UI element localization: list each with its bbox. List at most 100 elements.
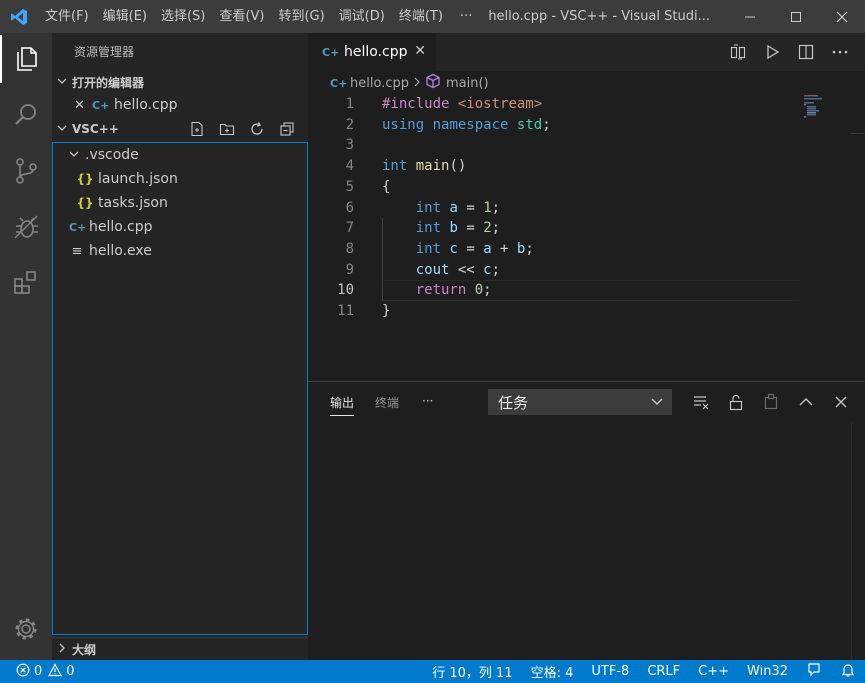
cpp-file-icon: C+ bbox=[322, 45, 340, 59]
editor-scrollbar[interactable] bbox=[851, 133, 865, 233]
code-line-11: } bbox=[382, 301, 390, 322]
notifications-bell-icon[interactable] bbox=[831, 662, 865, 682]
search-icon[interactable] bbox=[0, 91, 52, 139]
open-log-icon[interactable] bbox=[753, 389, 788, 415]
feedback-icon[interactable] bbox=[797, 662, 831, 682]
maximize-panel-icon[interactable] bbox=[788, 389, 823, 415]
tab-terminal[interactable]: 终端 bbox=[375, 394, 399, 411]
variable: a bbox=[449, 199, 458, 216]
warning-icon bbox=[48, 662, 63, 681]
menu-more[interactable]: ··· bbox=[450, 0, 482, 33]
new-folder-icon[interactable] bbox=[212, 121, 242, 137]
line-number: 5 bbox=[345, 178, 354, 195]
line-number: 10 bbox=[337, 282, 354, 299]
sidebar-title: 资源管理器 bbox=[74, 45, 135, 59]
method-cube-icon bbox=[425, 73, 441, 93]
outline-section[interactable]: 大纲 bbox=[52, 637, 308, 659]
minimap[interactable] bbox=[804, 95, 852, 135]
open-editor-item[interactable]: ✕ C+ hello.cpp bbox=[52, 93, 308, 117]
error-count: 0 bbox=[34, 664, 43, 679]
close-panel-icon[interactable] bbox=[823, 389, 858, 415]
output-channel-select[interactable]: 任务 bbox=[488, 389, 672, 415]
open-editors-label: 打开的编辑器 bbox=[72, 75, 145, 90]
menu-view[interactable]: 查看(V) bbox=[212, 0, 271, 33]
more-actions-icon[interactable] bbox=[823, 43, 857, 61]
debug-icon[interactable] bbox=[0, 203, 52, 251]
code-editor[interactable]: 1 2 3 4 5 6 7 8 9 10 11 #include <iostre… bbox=[308, 94, 865, 354]
encoding[interactable]: UTF-8 bbox=[582, 664, 638, 679]
activity-bar bbox=[0, 33, 52, 660]
problems-indicator[interactable]: 0 0 bbox=[16, 660, 75, 683]
menu-selection[interactable]: 选择(S) bbox=[154, 0, 212, 33]
menu-edit[interactable]: 编辑(E) bbox=[96, 0, 154, 33]
workspace-label: VSC++ bbox=[72, 122, 119, 136]
breadcrumb-file[interactable]: hello.cpp bbox=[350, 76, 409, 91]
type-int: int bbox=[415, 220, 442, 237]
platform[interactable]: Win32 bbox=[738, 664, 797, 679]
bottom-panel: 输出 终端 ··· 任务 bbox=[308, 381, 865, 660]
minimize-button[interactable] bbox=[727, 0, 773, 33]
workspace-section[interactable]: VSC++ bbox=[52, 118, 308, 140]
tab-hello-cpp[interactable]: C+ hello.cpp ✕ bbox=[308, 33, 436, 71]
status-right-items: 行 10，列 11 空格: 4 UTF-8 CRLF C++ Win32 bbox=[423, 660, 865, 683]
chevron-down-icon bbox=[650, 394, 664, 412]
tree-file-tasks-json[interactable]: {} tasks.json bbox=[53, 191, 307, 215]
clear-output-icon[interactable] bbox=[683, 389, 718, 415]
outline-label: 大纲 bbox=[72, 642, 97, 657]
breadcrumb: C+ hello.cpp main() bbox=[308, 71, 865, 95]
variable: a bbox=[483, 240, 492, 257]
explorer-sidebar: 资源管理器 打开的编辑器 ✕ C+ hello.cpp VSC++ .vscod… bbox=[52, 33, 308, 660]
plus: + bbox=[491, 240, 517, 257]
tree-file-launch-json[interactable]: {} launch.json bbox=[53, 167, 307, 191]
menu-terminal[interactable]: 终端(T) bbox=[392, 0, 450, 33]
indentation[interactable]: 空格: 4 bbox=[522, 662, 583, 681]
close-window-button[interactable] bbox=[819, 0, 865, 33]
close-tab-icon[interactable]: ✕ bbox=[414, 43, 426, 59]
tree-folder-vscode[interactable]: .vscode bbox=[53, 143, 307, 167]
lock-scroll-icon[interactable] bbox=[718, 389, 753, 415]
file-name: hello.exe bbox=[89, 243, 152, 259]
cpp-file-icon: C+ bbox=[69, 220, 87, 234]
tree-file-hello-exe[interactable]: ≡ hello.exe bbox=[53, 239, 307, 263]
workspace-actions bbox=[182, 118, 302, 140]
semicolon: ; bbox=[483, 282, 492, 299]
warning-count: 0 bbox=[66, 664, 75, 679]
tab-output[interactable]: 输出 bbox=[330, 394, 355, 416]
maximize-button[interactable] bbox=[773, 0, 819, 33]
extensions-icon[interactable] bbox=[0, 259, 52, 307]
source-control-icon[interactable] bbox=[0, 147, 52, 195]
chevron-down-icon bbox=[52, 123, 72, 136]
parens: () bbox=[449, 158, 467, 175]
collapse-all-icon[interactable] bbox=[272, 121, 302, 137]
breadcrumb-symbol[interactable]: main() bbox=[446, 76, 489, 91]
panel-more[interactable]: ··· bbox=[422, 394, 433, 408]
explorer-icon[interactable] bbox=[0, 35, 52, 83]
semicolon: ; bbox=[542, 116, 551, 133]
variable: c bbox=[449, 240, 458, 257]
menu-go[interactable]: 转到(G) bbox=[271, 0, 331, 33]
menu-file[interactable]: 文件(F) bbox=[38, 0, 96, 33]
window-title: hello.cpp - VSC++ - Visual Studi... bbox=[488, 9, 710, 24]
code-line-5: { bbox=[382, 177, 390, 198]
compare-changes-icon[interactable] bbox=[721, 43, 755, 61]
cursor-position[interactable]: 行 10，列 11 bbox=[423, 662, 521, 681]
close-icon[interactable]: ✕ bbox=[74, 98, 92, 113]
new-file-icon[interactable] bbox=[182, 121, 212, 137]
open-editors-section[interactable]: 打开的编辑器 bbox=[52, 71, 308, 93]
split-editor-icon[interactable] bbox=[789, 43, 823, 61]
panel-scrollbar[interactable] bbox=[851, 422, 865, 660]
chevron-down-icon bbox=[52, 76, 72, 89]
menu-debug[interactable]: 调试(D) bbox=[332, 0, 392, 33]
menu-bar: 文件(F) 编辑(E) 选择(S) 查看(V) 转到(G) 调试(D) 终端(T… bbox=[38, 0, 482, 33]
namespace-std: std bbox=[516, 116, 543, 133]
line-number: 4 bbox=[345, 158, 354, 175]
run-icon[interactable] bbox=[755, 43, 789, 61]
assign: = bbox=[457, 199, 484, 216]
end-of-line[interactable]: CRLF bbox=[638, 664, 689, 679]
settings-gear-icon[interactable] bbox=[0, 605, 52, 653]
keyword-namespace: namespace bbox=[432, 116, 509, 133]
refresh-icon[interactable] bbox=[242, 121, 272, 137]
language-mode[interactable]: C++ bbox=[689, 664, 738, 679]
line-number: 6 bbox=[345, 199, 354, 216]
tree-file-hello-cpp[interactable]: C+ hello.cpp bbox=[53, 215, 307, 239]
